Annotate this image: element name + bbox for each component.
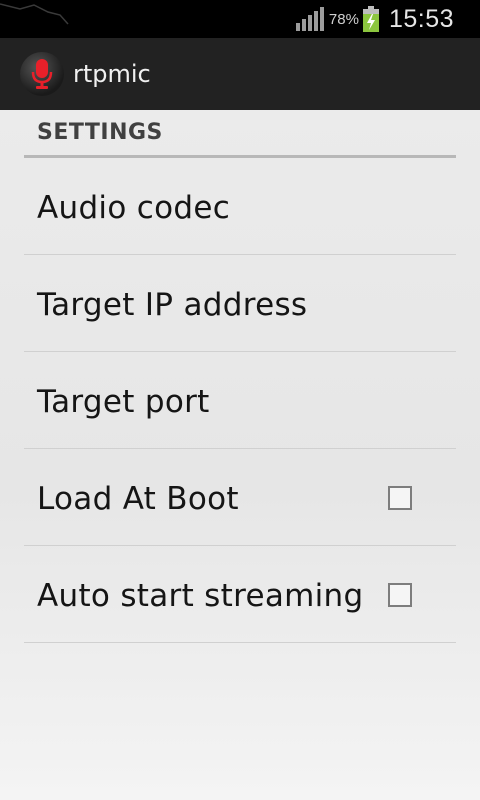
pref-load-at-boot[interactable]: Load At Boot <box>24 449 456 546</box>
auto-start-streaming-checkbox[interactable] <box>388 583 412 607</box>
pref-audio-codec[interactable]: Audio codec <box>24 158 456 255</box>
pref-label: Target IP address <box>37 287 308 323</box>
app-title: rtpmic <box>73 60 151 88</box>
pref-label: Target port <box>37 384 210 420</box>
section-header-label: SETTINGS <box>37 120 163 145</box>
load-at-boot-checkbox[interactable] <box>388 486 412 510</box>
action-bar: rtpmic <box>0 38 480 110</box>
battery-charging-icon <box>362 6 379 32</box>
microphone-icon[interactable] <box>20 52 64 96</box>
settings-section-header: SETTINGS <box>24 110 456 158</box>
signal-icon <box>295 7 326 31</box>
screen-crack <box>0 3 69 25</box>
pref-target-port[interactable]: Target port <box>24 352 456 449</box>
status-bar: 78% 15:53 <box>0 0 480 38</box>
settings-screen: SETTINGS Audio codec Target IP address T… <box>0 110 480 800</box>
pref-target-ip-address[interactable]: Target IP address <box>24 255 456 352</box>
pref-label: Load At Boot <box>37 481 239 517</box>
pref-label: Auto start streaming <box>37 578 364 614</box>
pref-auto-start-streaming[interactable]: Auto start streaming <box>24 546 456 643</box>
pref-label: Audio codec <box>37 190 231 226</box>
clock: 15:53 <box>388 4 454 33</box>
battery-percentage: 78% <box>328 10 359 28</box>
